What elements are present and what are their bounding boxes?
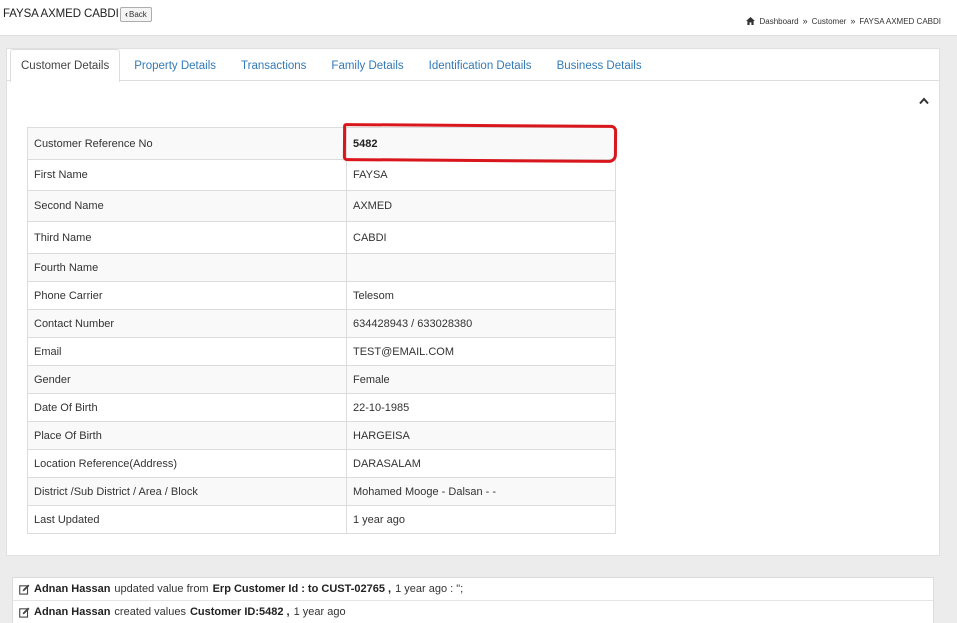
- home-icon: [746, 17, 756, 25]
- field-value: CABDI: [346, 221, 616, 254]
- activity-action: created values: [114, 605, 186, 618]
- table-row: Third Name CABDI: [27, 221, 616, 254]
- activity-field: Erp Customer Id : to CUST-02765 ,: [212, 582, 392, 595]
- table-row: Place Of Birth HARGEISA: [27, 421, 616, 450]
- breadcrumb-separator: »: [802, 16, 808, 26]
- field-label: First Name: [27, 159, 347, 191]
- back-button-label: Back: [129, 10, 147, 19]
- field-value: Telesom: [346, 281, 616, 310]
- back-button[interactable]: ‹ Back: [120, 7, 152, 22]
- tab-bar: Customer Details Property Details Transa…: [7, 49, 939, 82]
- tab-transactions[interactable]: Transactions: [230, 49, 317, 81]
- activity-time: 1 year ago: [293, 605, 346, 618]
- activity-item: Adnan Hassan created values Customer ID:…: [13, 601, 933, 623]
- breadcrumb: Dashboard » Customer » FAYSA AXMED CABDI: [746, 16, 941, 26]
- breadcrumb-current: FAYSA AXMED CABDI: [859, 16, 941, 26]
- field-label: Third Name: [27, 221, 347, 254]
- table-row: Last Updated 1 year ago: [27, 505, 616, 534]
- tab-business-details[interactable]: Business Details: [546, 49, 653, 81]
- field-label: Last Updated: [27, 505, 347, 534]
- breadcrumb-separator: »: [850, 16, 856, 26]
- activity-time: 1 year ago : ";: [395, 582, 464, 595]
- tab-customer-details[interactable]: Customer Details: [10, 49, 121, 82]
- top-bar: FAYSA AXMED CABDI ‹ Back Dashboard » Cus…: [0, 0, 957, 36]
- field-label: Customer Reference No: [27, 127, 347, 160]
- field-value: TEST@EMAIL.COM: [346, 337, 616, 366]
- table-row: District /Sub District / Area / Block Mo…: [27, 477, 616, 506]
- field-value: 634428943 / 633028380: [346, 309, 616, 338]
- table-row: Location Reference(Address) DARASALAM: [27, 449, 616, 478]
- field-value: Female: [346, 365, 616, 394]
- table-row: Email TEST@EMAIL.COM: [27, 337, 616, 366]
- field-label: Second Name: [27, 190, 347, 222]
- activity-user: Adnan Hassan: [34, 605, 111, 618]
- field-value: [346, 253, 616, 282]
- field-value: Mohamed Mooge - Dalsan - -: [346, 477, 616, 506]
- table-row: First Name FAYSA: [27, 159, 616, 191]
- edit-icon: [19, 607, 30, 618]
- breadcrumb-customer[interactable]: Customer: [812, 17, 847, 26]
- field-label: Fourth Name: [27, 253, 347, 282]
- table-row: Phone Carrier Telesom: [27, 281, 616, 310]
- breadcrumb-dashboard[interactable]: Dashboard: [759, 17, 798, 26]
- tab-family-details[interactable]: Family Details: [320, 49, 414, 81]
- chevron-left-icon: ‹: [125, 9, 128, 19]
- field-value: AXMED: [346, 190, 616, 222]
- table-row: Gender Female: [27, 365, 616, 394]
- table-row: Fourth Name: [27, 253, 616, 282]
- field-label: Location Reference(Address): [27, 449, 347, 478]
- chevron-up-icon[interactable]: [919, 97, 929, 105]
- field-label: Place Of Birth: [27, 421, 347, 450]
- field-label: Gender: [27, 365, 347, 394]
- table-row: Second Name AXMED: [27, 190, 616, 222]
- field-value: 22-10-1985: [346, 393, 616, 422]
- field-label: Email: [27, 337, 347, 366]
- activity-log: Adnan Hassan updated value from Erp Cust…: [12, 577, 934, 623]
- field-value: DARASALAM: [346, 449, 616, 478]
- field-label: Phone Carrier: [27, 281, 347, 310]
- activity-field: Customer ID:5482 ,: [189, 605, 290, 618]
- edit-icon: [19, 584, 30, 595]
- activity-user: Adnan Hassan: [34, 582, 111, 595]
- page-title: FAYSA AXMED CABDI: [3, 8, 119, 20]
- tab-property-details[interactable]: Property Details: [123, 49, 227, 81]
- field-label: District /Sub District / Area / Block: [27, 477, 347, 506]
- field-value: FAYSA: [346, 159, 616, 191]
- customer-reference-value: 5482: [346, 127, 616, 160]
- activity-action: updated value from: [114, 582, 209, 595]
- field-value: HARGEISA: [346, 421, 616, 450]
- field-label: Date Of Birth: [27, 393, 347, 422]
- field-label: Contact Number: [27, 309, 347, 338]
- customer-details-table: Customer Reference No 5482 First Name FA…: [27, 127, 616, 534]
- field-value: 1 year ago: [346, 505, 616, 534]
- table-row: Customer Reference No 5482: [27, 127, 616, 160]
- activity-item: Adnan Hassan updated value from Erp Cust…: [13, 578, 933, 601]
- tab-identification-details[interactable]: Identification Details: [418, 49, 543, 81]
- table-row: Date Of Birth 22-10-1985: [27, 393, 616, 422]
- customer-card: Customer Details Property Details Transa…: [6, 48, 940, 556]
- table-row: Contact Number 634428943 / 633028380: [27, 309, 616, 338]
